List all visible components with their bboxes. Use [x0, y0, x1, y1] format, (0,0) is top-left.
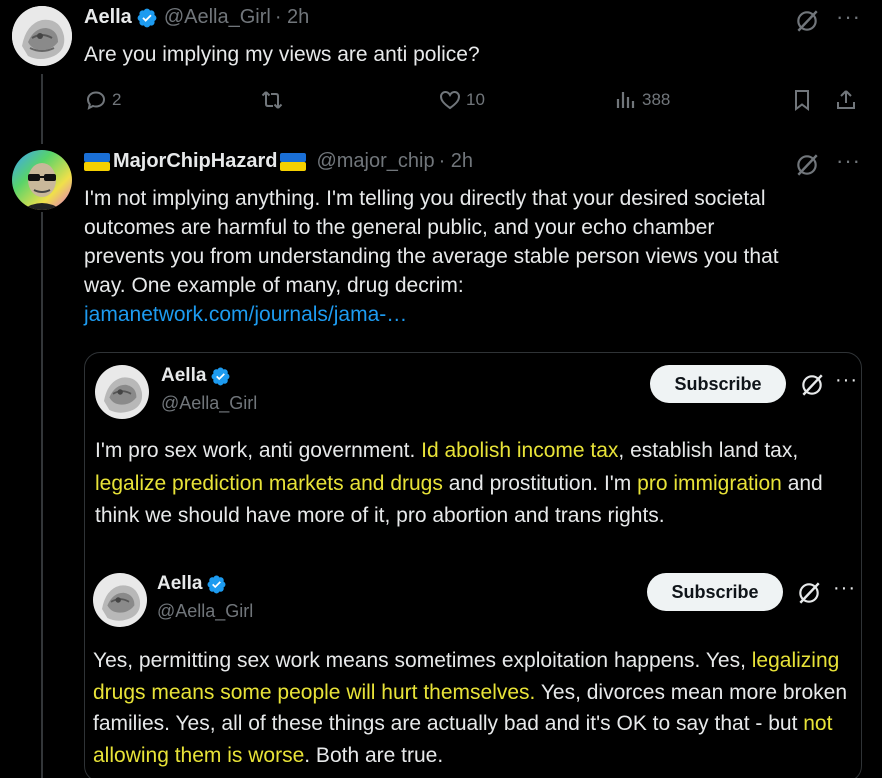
grok-icon[interactable] [796, 580, 822, 606]
grok-icon[interactable] [794, 8, 820, 34]
ukraine-flag-icon [84, 152, 110, 171]
author-handle[interactable]: @major_chip [316, 150, 434, 173]
reply-button[interactable]: 2 [84, 88, 121, 112]
more-icon[interactable]: ··· [836, 4, 861, 30]
tweet-text: Are you implying my views are anti polic… [84, 43, 480, 66]
tweet-text: I'm not implying anything. I'm telling y… [84, 184, 874, 329]
highlight: pro immigration [637, 471, 782, 495]
quoted-author-name[interactable]: Aella [157, 573, 227, 595]
quoted-author-handle[interactable]: @Aella_Girl [161, 393, 257, 414]
action-bar: 2 10 388 [84, 86, 864, 116]
highlight: Id abolish income tax [421, 439, 619, 462]
avatar[interactable] [93, 573, 147, 627]
like-count: 10 [466, 90, 485, 109]
tweet-header: MajorChipHazard @major_chip · 2h [84, 150, 473, 173]
subscribe-button[interactable]: Subscribe [647, 573, 783, 611]
author-name[interactable]: MajorChipHazard [113, 150, 277, 173]
avatar[interactable] [12, 6, 72, 66]
share-icon [837, 90, 855, 109]
avatar[interactable] [95, 365, 149, 419]
timestamp[interactable]: · 2h [275, 6, 309, 29]
like-button[interactable]: 10 [438, 88, 485, 112]
avatar[interactable] [12, 150, 72, 210]
thread-line [41, 74, 43, 144]
share-button[interactable] [834, 88, 858, 112]
reply-count: 2 [112, 90, 122, 109]
external-link[interactable]: jamanetwork.com/journals/jama-… [84, 300, 874, 329]
author-handle[interactable]: @Aella_Girl [164, 6, 271, 29]
highlight: legalize prediction markets and drugs [95, 471, 443, 495]
more-icon[interactable]: ··· [836, 148, 861, 174]
reply-icon [86, 91, 106, 110]
bookmark-icon [795, 90, 809, 111]
tweet-header: Aella @Aella_Girl · 2h [84, 6, 309, 29]
ukraine-flag-icon [280, 152, 307, 171]
views-button[interactable]: 388 [614, 88, 670, 112]
verified-icon [207, 575, 226, 593]
timestamp[interactable]: · 2h [439, 150, 473, 173]
quoted-tweet-text: I'm pro sex work, anti government. Id ab… [95, 439, 823, 527]
quoted-tweet-card[interactable]: Aella @Aella_Girl Subscribe ··· I'm pro … [84, 352, 862, 778]
subscribe-button[interactable]: Subscribe [650, 365, 786, 403]
more-icon[interactable]: ··· [833, 577, 856, 600]
views-icon [616, 92, 635, 108]
verified-icon [137, 8, 157, 27]
grok-icon[interactable] [794, 152, 820, 178]
bookmark-button[interactable] [790, 88, 814, 112]
quoted-author-handle[interactable]: @Aella_Girl [157, 601, 253, 622]
views-count: 388 [642, 90, 671, 109]
retweet-icon [261, 91, 283, 109]
quoted-author-name[interactable]: Aella [161, 365, 231, 387]
verified-icon [211, 367, 230, 385]
like-icon [439, 90, 461, 110]
quoted-tweet-text: Yes, permitting sex work means sometimes… [93, 649, 848, 767]
thread-line [41, 212, 43, 778]
more-icon[interactable]: ··· [835, 369, 858, 392]
grok-icon[interactable] [799, 372, 825, 398]
retweet-button[interactable] [260, 88, 284, 112]
author-name[interactable]: Aella [84, 6, 132, 29]
